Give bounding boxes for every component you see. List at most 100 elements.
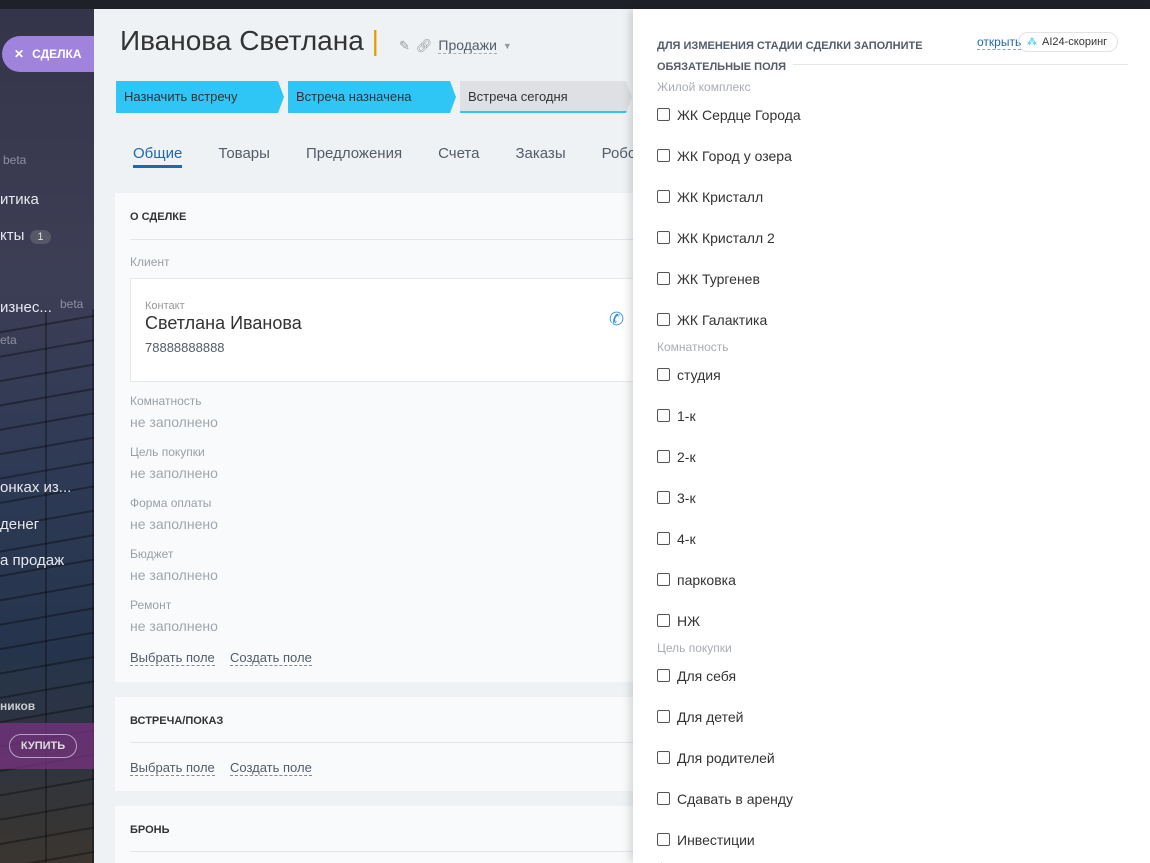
checkbox-option[interactable]: Инвестиции	[657, 819, 1127, 860]
tabs: Общие Товары Предложения Счета Заказы Ро…	[133, 145, 633, 168]
stage[interactable]: Встреча назначена	[288, 81, 456, 113]
checkbox-option[interactable]: 4-к	[657, 518, 1127, 559]
sidebar: ✕ СДЕЛКА beta итика кты 1 изнес... beta et…	[0, 9, 94, 863]
buy-button[interactable]: КУПИТЬ	[9, 734, 77, 758]
close-deal-button[interactable]: ✕ СДЕЛКА	[2, 36, 94, 72]
checkbox[interactable]	[657, 614, 670, 627]
option-label: 3-к	[677, 489, 696, 506]
checkbox-option[interactable]: 1-к	[657, 395, 1127, 436]
divider	[130, 742, 633, 743]
tab-quotes[interactable]: Предложения	[306, 145, 402, 168]
phone-icon[interactable]: ✆	[609, 309, 624, 330]
field-value[interactable]: не заполнено	[130, 618, 218, 634]
option-label: НЖ	[677, 612, 701, 629]
checkbox[interactable]	[657, 149, 670, 162]
checkbox[interactable]	[657, 409, 670, 422]
sidebar-item[interactable]: а продаж	[0, 552, 64, 569]
tab-general[interactable]: Общие	[133, 145, 183, 168]
checkbox[interactable]	[657, 532, 670, 545]
meeting-section: ВСТРЕЧА/ПОКАЗ Выбрать поле Создать поле	[115, 697, 633, 791]
select-field-link[interactable]: Выбрать поле	[130, 760, 215, 776]
checkbox-option[interactable]: ЖК Кристалл 2	[657, 217, 1127, 258]
create-field-link[interactable]: Создать поле	[230, 650, 312, 666]
checkbox[interactable]	[657, 313, 670, 326]
option-label: Для родителей	[677, 749, 775, 766]
checkbox[interactable]	[657, 231, 670, 244]
checkbox-option[interactable]: Сдавать в аренду	[657, 778, 1127, 819]
field-value[interactable]: не заполнено	[130, 516, 218, 532]
checkbox-option[interactable]: ЖК Город у озера	[657, 135, 1127, 176]
sidebar-item[interactable]: кты 1	[0, 227, 51, 244]
stage[interactable]: Назначить встречу	[116, 81, 284, 113]
open-link[interactable]: открыть	[977, 35, 1022, 50]
option-label: парковка	[677, 571, 736, 588]
sidebar-item[interactable]: изнес...	[0, 299, 52, 316]
ai-scoring-button[interactable]: ⁂ AI24-скоринг	[1018, 32, 1119, 52]
field-label: Цель покупки	[130, 445, 205, 459]
contact-name[interactable]: Светлана Иванова	[145, 313, 302, 334]
checkbox[interactable]	[657, 272, 670, 285]
option-label: 1-к	[677, 407, 696, 424]
checkbox[interactable]	[657, 190, 670, 203]
checkbox-option[interactable]: 2-к	[657, 436, 1127, 477]
checkbox[interactable]	[657, 710, 670, 723]
option-label: Для себя	[677, 667, 737, 684]
tab-products[interactable]: Товары	[218, 145, 270, 168]
sidebar-item[interactable]: итика	[0, 191, 39, 208]
stage[interactable]: Встреча сегодня	[460, 81, 632, 113]
divider	[793, 64, 1128, 65]
tab-orders[interactable]: Заказы	[515, 145, 565, 168]
group-label: Цель покупки	[657, 641, 732, 655]
checkbox-option[interactable]: студия	[657, 354, 1127, 395]
beta-label: eta	[0, 333, 17, 347]
contact-card: Контакт Светлана Иванова 78888888888 ✆	[130, 278, 633, 382]
deal-title: Иванова Светлана	[120, 25, 364, 56]
checkbox[interactable]	[657, 368, 670, 381]
section-title: ВСТРЕЧА/ПОКАЗ	[130, 715, 224, 727]
deal-section: О СДЕЛКЕ Клиент Контакт Светлана Иванова…	[115, 193, 633, 682]
ai-label: AI24-скоринг	[1042, 36, 1108, 48]
field-value[interactable]: не заполнено	[130, 465, 218, 481]
required-fields-panel: ДЛЯ ИЗМЕНЕНИЯ СТАДИИ СДЕЛКИ ЗАПОЛНИТЕ ОБ…	[633, 9, 1150, 863]
section-title: БРОНЬ	[130, 824, 170, 836]
checkbox-option[interactable]: Для родителей	[657, 737, 1127, 778]
checkbox[interactable]	[657, 833, 670, 846]
contact-phone[interactable]: 78888888888	[145, 340, 225, 355]
select-field-link[interactable]: Выбрать поле	[130, 650, 215, 666]
ai-icon: ⁂	[1027, 36, 1037, 48]
checkbox-option[interactable]: ЖК Кристалл	[657, 176, 1127, 217]
checkbox-option[interactable]: ЖК Тургенев	[657, 258, 1127, 299]
pencil-icon[interactable]: ✎	[399, 38, 410, 54]
sidebar-item[interactable]: денег	[0, 516, 39, 533]
sidebar-item[interactable]: онках из...	[0, 479, 71, 496]
checkbox[interactable]	[657, 108, 670, 121]
field-value[interactable]: не заполнено	[130, 414, 218, 430]
checkbox-option[interactable]: парковка	[657, 559, 1127, 600]
chevron-down-icon[interactable]: ▼	[503, 41, 512, 51]
checkbox-option[interactable]: ЖК Сердце Города	[657, 94, 1127, 135]
tab-robots[interactable]: Робот	[602, 145, 633, 168]
checkbox[interactable]	[657, 573, 670, 586]
field-value[interactable]: не заполнено	[130, 567, 218, 583]
checkbox[interactable]	[657, 669, 670, 682]
link-icon[interactable]: 🔗︎	[416, 38, 433, 54]
checkbox-option[interactable]: НЖ	[657, 600, 1127, 641]
beta-label: beta	[60, 297, 84, 311]
checkbox[interactable]	[657, 450, 670, 463]
checkbox-option[interactable]: ЖК Галактика	[657, 299, 1127, 340]
field-label: Форма оплаты	[130, 496, 212, 510]
pipeline-select[interactable]: Продажи	[438, 37, 497, 54]
option-label: ЖК Галактика	[677, 311, 768, 328]
checkbox[interactable]	[657, 491, 670, 504]
checkbox-option[interactable]: Для себя	[657, 655, 1127, 696]
tab-invoices[interactable]: Счета	[438, 145, 479, 168]
checkbox-option[interactable]: Для детей	[657, 696, 1127, 737]
create-field-link[interactable]: Создать поле	[230, 760, 312, 776]
sidebar-item-label: кты	[0, 227, 25, 244]
checkbox[interactable]	[657, 792, 670, 805]
stage-bar: Назначить встречу Встреча назначена Встр…	[116, 81, 632, 113]
title-tools: ✎ 🔗︎ Продажи ▼	[399, 37, 512, 54]
field-label: Клиент	[130, 255, 170, 269]
checkbox-option[interactable]: 3-к	[657, 477, 1127, 518]
checkbox[interactable]	[657, 751, 670, 764]
